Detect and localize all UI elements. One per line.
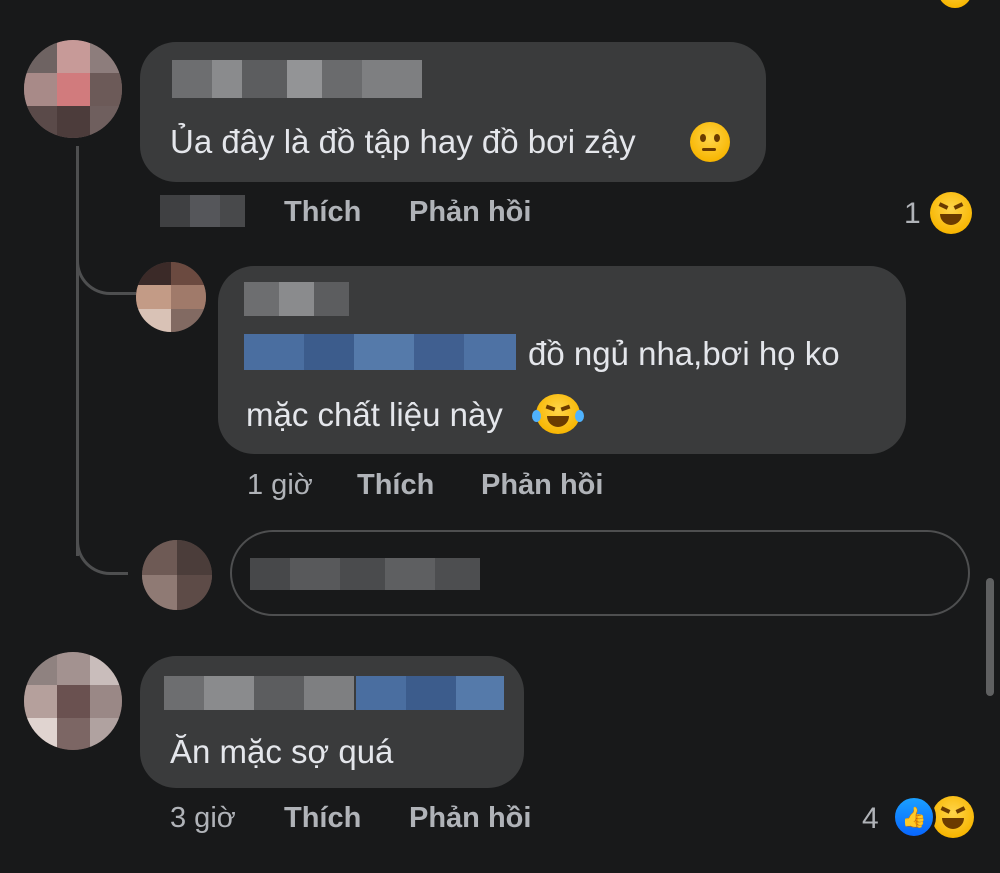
like-button[interactable]: Thích (284, 196, 361, 229)
comment-text-line1: đồ ngủ nha,bơi họ ko (528, 335, 840, 372)
reply-button[interactable]: Phản hồi (481, 469, 603, 502)
thinking-face-emoji (690, 122, 730, 162)
tears-of-joy-emoji (532, 394, 584, 434)
tagged-name-blurred[interactable] (244, 334, 516, 370)
laughing-face-icon[interactable] (932, 796, 974, 838)
reply-button[interactable]: Phản hồi (409, 196, 531, 229)
laughing-face-icon[interactable] (930, 192, 972, 234)
reaction-count[interactable]: 4 (862, 802, 879, 836)
like-button[interactable]: Thích (284, 802, 361, 835)
avatar[interactable] (24, 40, 122, 138)
comment-text: Ủa đây là đồ tập hay đồ bơi zậy (170, 123, 636, 160)
thread-branch-1 (76, 250, 136, 295)
comment-time[interactable]: 1 giờ (247, 469, 313, 502)
commenter-name-blurred[interactable] (172, 60, 422, 98)
avatar[interactable] (136, 262, 206, 332)
current-user-avatar (142, 540, 212, 610)
thread-line (76, 146, 79, 556)
comment-time[interactable]: 3 giờ (170, 802, 236, 835)
like-button[interactable]: Thích (357, 469, 434, 502)
group-badge-blurred (356, 676, 504, 710)
reply-placeholder-blurred (250, 558, 480, 590)
scrollbar[interactable] (986, 578, 994, 696)
like-icon[interactable]: 👍 (892, 795, 936, 839)
reply-button[interactable]: Phản hồi (409, 802, 531, 835)
thread-branch-2 (76, 530, 128, 575)
reaction-count[interactable]: 1 (904, 197, 921, 231)
commenter-name-blurred[interactable] (244, 282, 349, 316)
laughing-reaction-icon-top (938, 0, 972, 8)
comment-text: Ăn mặc sợ quá (170, 733, 394, 770)
commenter-name-blurred[interactable] (164, 676, 354, 710)
avatar[interactable] (24, 652, 122, 750)
comment-text-line2: mặc chất liệu này (246, 396, 503, 433)
timestamp-blurred (160, 195, 245, 227)
